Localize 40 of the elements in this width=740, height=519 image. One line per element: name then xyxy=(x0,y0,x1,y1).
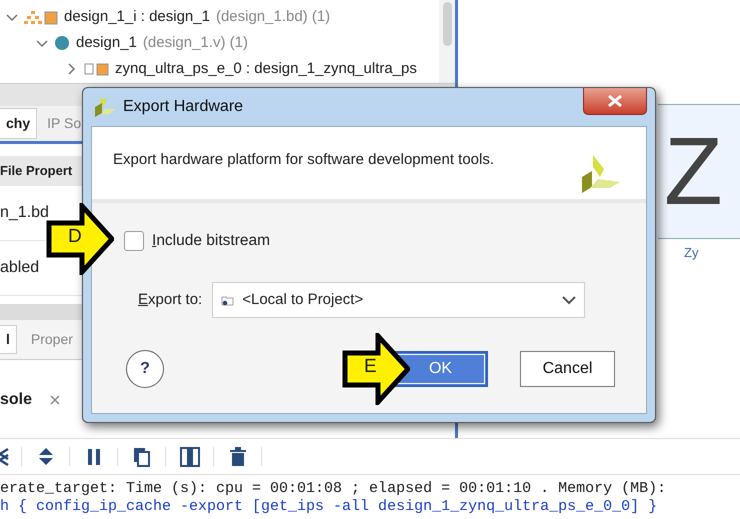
dialog-button[interactable]: Cancel xyxy=(520,351,615,388)
console-line: erate_target: Time (s): cpu = 00:01:08 ; elapsed = 00:01:10 . Memory (MB): xyxy=(0,480,668,498)
preview-caption: Zy xyxy=(684,244,700,262)
chevron-right-icon[interactable] xyxy=(66,63,76,75)
pause-icon[interactable] xyxy=(86,448,100,466)
scrollbar[interactable] xyxy=(439,0,455,83)
expand-collapse-icon[interactable] xyxy=(38,447,54,466)
tree-item-label[interactable]: design_1_i : design_1 xyxy=(64,6,210,28)
arrow-callout xyxy=(342,333,410,405)
folder-icon xyxy=(221,294,234,306)
tree-item-detail: (design_1.bd) (1) xyxy=(216,6,330,27)
close-icon xyxy=(607,94,623,108)
chevron-down-icon[interactable] xyxy=(36,38,48,48)
chevron-down-icon[interactable] xyxy=(6,12,18,22)
chip-icon xyxy=(82,62,109,76)
close-icon[interactable] xyxy=(50,395,60,405)
export-location-dropdown[interactable]: <Local to Project> xyxy=(212,282,586,318)
tree-item-label[interactable]: zynq_ultra_ps_e_0 : design_1_zynq_ultra_ps xyxy=(115,58,417,80)
panel-tab[interactable]: l xyxy=(0,325,17,354)
logo-icon xyxy=(95,97,115,117)
close-button[interactable] xyxy=(583,88,647,115)
logo-icon xyxy=(582,155,620,193)
tree-item-detail: (design_1.v) (1) xyxy=(142,32,248,53)
checkbox[interactable] xyxy=(124,230,144,251)
help-button[interactable]: ? xyxy=(126,350,164,388)
preview-text: Z xyxy=(663,124,723,220)
trash-icon[interactable] xyxy=(228,447,246,466)
callout-label: E xyxy=(364,357,377,376)
hierarchy-icon xyxy=(24,10,58,24)
copy-icon[interactable] xyxy=(133,446,150,466)
console-tab[interactable]: sole xyxy=(0,388,32,412)
console-line: h { config_ip_cache -export [get_ips -all design_1_zynq_ultra_ps_e_0_0] } xyxy=(0,498,658,516)
chevron-down-icon[interactable] xyxy=(562,296,576,305)
circle-icon xyxy=(54,35,70,51)
table-icon[interactable] xyxy=(180,446,200,466)
tree-item-label[interactable]: design_1 xyxy=(76,32,137,54)
panel-tab[interactable]: chy xyxy=(0,108,38,139)
dialog-title: Export Hardware xyxy=(123,97,244,117)
arrow-callout xyxy=(46,203,114,275)
collapse-icon[interactable] xyxy=(0,446,10,466)
